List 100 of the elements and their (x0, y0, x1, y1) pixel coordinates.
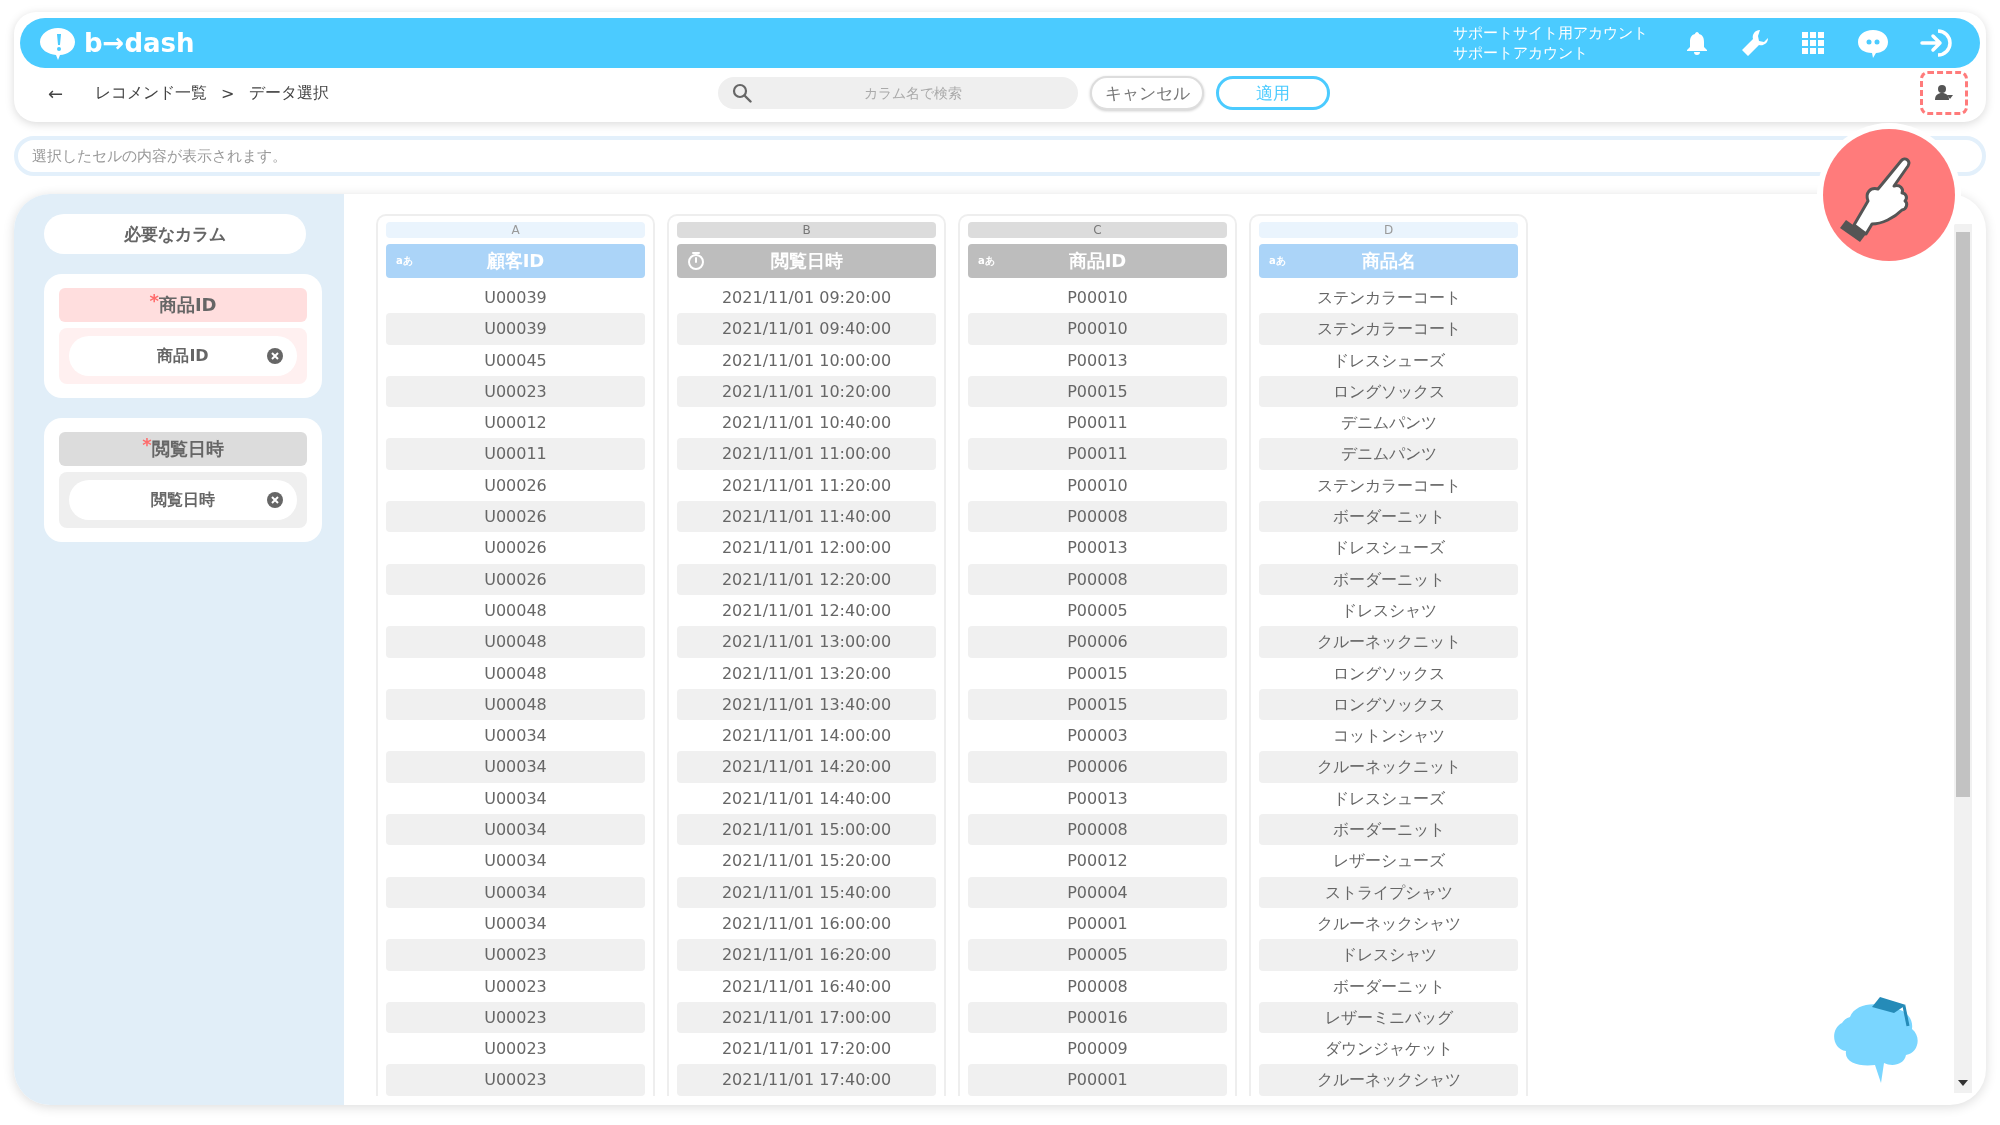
table-cell[interactable]: P00011 (968, 438, 1227, 470)
table-cell[interactable]: U00023 (386, 1001, 645, 1034)
table-cell[interactable]: 2021/11/01 13:20:00 (677, 657, 936, 689)
table-cell[interactable]: 2021/11/01 16:20:00 (677, 939, 936, 971)
table-cell[interactable]: P00015 (968, 375, 1227, 408)
apps-grid-icon[interactable] (1800, 30, 1826, 56)
table-cell[interactable]: 2021/11/01 15:00:00 (677, 814, 936, 846)
table-cell[interactable]: デニムパンツ (1259, 438, 1518, 470)
table-cell[interactable]: デニムパンツ (1259, 407, 1518, 439)
table-cell[interactable]: 2021/11/01 17:20:00 (677, 1033, 936, 1065)
table-cell[interactable]: U00023 (386, 1033, 645, 1065)
table-cell[interactable]: クルーネックニット (1259, 751, 1518, 783)
scroll-down-icon[interactable] (1957, 1079, 1969, 1087)
cell-content-field[interactable]: 選択したセルの内容が表示されます。 (14, 136, 1986, 176)
table-cell[interactable]: P00008 (968, 563, 1227, 595)
table-cell[interactable]: 2021/11/01 13:40:00 (677, 688, 936, 721)
table-cell[interactable]: P00016 (968, 1001, 1227, 1034)
table-cell[interactable]: U00026 (386, 532, 645, 564)
table-cell[interactable]: ステンカラーコート (1259, 469, 1518, 502)
table-cell[interactable]: 2021/11/01 10:40:00 (677, 407, 936, 439)
table-cell[interactable]: レザーミニバッグ (1259, 1001, 1518, 1034)
table-cell[interactable]: U00048 (386, 657, 645, 689)
table-cell[interactable]: 2021/11/01 12:20:00 (677, 563, 936, 595)
table-cell[interactable]: P00003 (968, 720, 1227, 752)
table-cell[interactable]: ドレスシャツ (1259, 594, 1518, 627)
wrench-icon[interactable] (1740, 28, 1770, 58)
table-cell[interactable]: クルーネックニット (1259, 626, 1518, 658)
bell-icon[interactable] (1684, 30, 1710, 56)
table-cell[interactable]: U00034 (386, 845, 645, 877)
table-cell[interactable]: P00005 (968, 594, 1227, 627)
table-cell[interactable]: 2021/11/01 12:00:00 (677, 532, 936, 564)
table-cell[interactable]: U00012 (386, 407, 645, 439)
table-cell[interactable]: ロングソックス (1259, 688, 1518, 721)
table-cell[interactable]: 2021/11/01 17:00:00 (677, 1001, 936, 1034)
table-cell[interactable]: U00034 (386, 782, 645, 815)
table-cell[interactable]: U00034 (386, 720, 645, 752)
table-cell[interactable]: 2021/11/01 11:40:00 (677, 501, 936, 533)
table-cell[interactable]: P00006 (968, 751, 1227, 783)
table-cell[interactable]: P00008 (968, 501, 1227, 533)
table-cell[interactable]: 2021/11/01 16:00:00 (677, 907, 936, 940)
table-cell[interactable]: コットンシャツ (1259, 720, 1518, 752)
table-cell[interactable]: P00015 (968, 688, 1227, 721)
breadcrumb-link[interactable]: レコメンド一覧 (95, 82, 208, 104)
table-cell[interactable]: U00034 (386, 907, 645, 940)
table-cell[interactable]: ドレスシューズ (1259, 532, 1518, 564)
table-cell[interactable]: 2021/11/01 17:40:00 (677, 1064, 936, 1096)
table-cell[interactable]: P00008 (968, 970, 1227, 1002)
table-cell[interactable]: U00048 (386, 688, 645, 721)
table-cell[interactable]: P00010 (968, 469, 1227, 502)
table-cell[interactable]: 2021/11/01 13:00:00 (677, 626, 936, 658)
table-cell[interactable]: 2021/11/01 14:00:00 (677, 720, 936, 752)
table-cell[interactable]: 2021/11/01 09:40:00 (677, 313, 936, 345)
table-cell[interactable]: P00008 (968, 814, 1227, 846)
table-cell[interactable]: U00034 (386, 814, 645, 846)
table-cell[interactable]: P00001 (968, 907, 1227, 940)
breadcrumb-link[interactable]: データ選択 (248, 82, 329, 104)
table-cell[interactable]: U00039 (386, 282, 645, 314)
table-cell[interactable]: ロングソックス (1259, 375, 1518, 408)
table-cell[interactable]: ドレスシューズ (1259, 782, 1518, 815)
logout-icon[interactable] (1920, 28, 1954, 58)
table-cell[interactable]: ドレスシャツ (1259, 939, 1518, 971)
table-cell[interactable]: U00048 (386, 626, 645, 658)
table-cell[interactable]: U00023 (386, 939, 645, 971)
table-cell[interactable]: 2021/11/01 15:20:00 (677, 845, 936, 877)
table-cell[interactable]: P00010 (968, 282, 1227, 314)
table-cell[interactable]: U00045 (386, 344, 645, 376)
column-chip[interactable]: 商品ID (69, 336, 297, 376)
table-cell[interactable]: 2021/11/01 14:20:00 (677, 751, 936, 783)
table-cell[interactable]: P00006 (968, 626, 1227, 658)
table-cell[interactable]: 2021/11/01 12:40:00 (677, 594, 936, 627)
table-cell[interactable]: ドレスシューズ (1259, 344, 1518, 376)
table-cell[interactable]: U00026 (386, 469, 645, 502)
back-button[interactable]: ← (48, 82, 64, 104)
remove-icon[interactable] (267, 492, 283, 508)
table-cell[interactable]: 2021/11/01 11:20:00 (677, 469, 936, 502)
table-cell[interactable]: P00009 (968, 1033, 1227, 1065)
table-cell[interactable]: クルーネックシャツ (1259, 1064, 1518, 1096)
table-cell[interactable]: 2021/11/01 10:00:00 (677, 344, 936, 376)
table-cell[interactable]: 2021/11/01 16:40:00 (677, 970, 936, 1002)
table-cell[interactable]: U00039 (386, 313, 645, 345)
table-cell[interactable]: ボーダーニット (1259, 814, 1518, 846)
table-cell[interactable]: 2021/11/01 14:40:00 (677, 782, 936, 815)
scrollbar[interactable] (1954, 224, 1972, 1093)
table-cell[interactable]: ダウンジャケット (1259, 1033, 1518, 1065)
table-cell[interactable]: 2021/11/01 11:00:00 (677, 438, 936, 470)
table-cell[interactable]: U00034 (386, 876, 645, 908)
table-cell[interactable]: U00011 (386, 438, 645, 470)
table-cell[interactable]: P00013 (968, 532, 1227, 564)
table-cell[interactable]: U00048 (386, 594, 645, 627)
table-cell[interactable]: ボーダーニット (1259, 970, 1518, 1002)
table-cell[interactable]: P00013 (968, 344, 1227, 376)
table-cell[interactable]: ステンカラーコート (1259, 282, 1518, 314)
table-cell[interactable]: U00026 (386, 563, 645, 595)
table-cell[interactable]: 2021/11/01 09:20:00 (677, 282, 936, 314)
table-cell[interactable]: P00015 (968, 657, 1227, 689)
search-field[interactable]: カラム名で検索 (718, 77, 1078, 109)
table-cell[interactable]: レザーシューズ (1259, 845, 1518, 877)
table-cell[interactable]: P00005 (968, 939, 1227, 971)
table-cell[interactable]: ストライプシャツ (1259, 876, 1518, 908)
table-cell[interactable]: P00012 (968, 845, 1227, 877)
